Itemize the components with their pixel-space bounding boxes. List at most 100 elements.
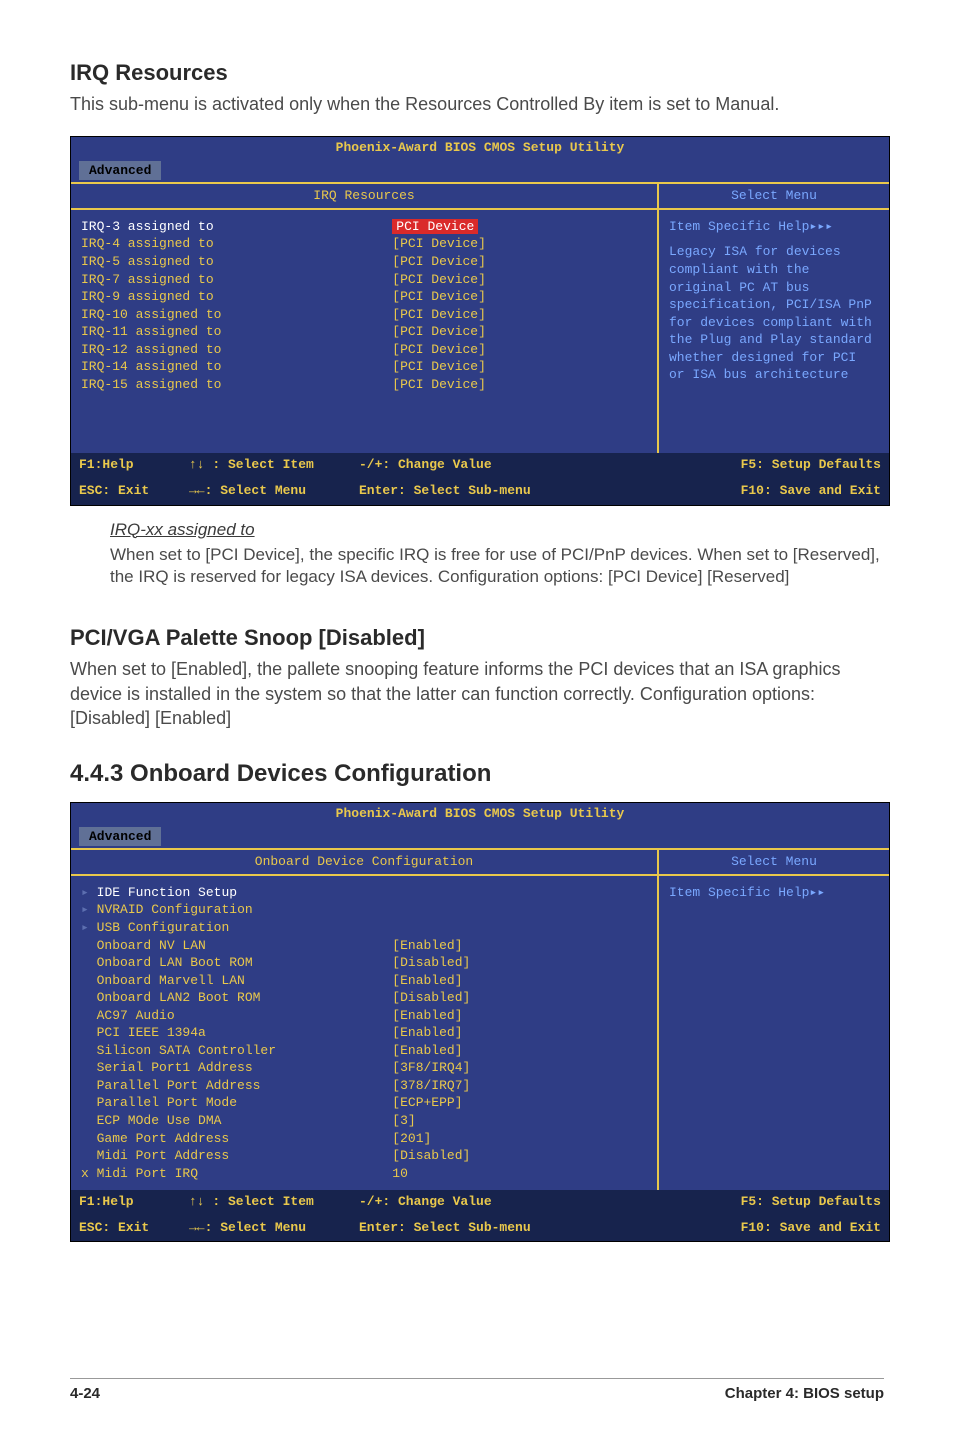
- bios-row-label: IRQ-15 assigned to: [81, 376, 392, 394]
- footer-exit: ESC: Exit: [79, 482, 189, 500]
- palette-snoop-body: When set to [Enabled], the pallete snoop…: [70, 657, 884, 730]
- bios1-footer: F1:Help ↑↓ : Select Item -/+: Change Val…: [71, 453, 889, 479]
- bios-row-value[interactable]: [PCI Device]: [392, 376, 647, 394]
- bios-row-value[interactable]: [PCI Device]: [392, 323, 647, 341]
- bios-row-label: Parallel Port Address: [81, 1077, 392, 1095]
- bios-row-value[interactable]: [Enabled]: [392, 1024, 647, 1042]
- footer-change-value: -/+: Change Value: [359, 1193, 741, 1211]
- bios-row-label: IRQ-3 assigned to: [81, 218, 392, 236]
- bios-config-row[interactable]: Parallel Port Mode[ECP+EPP]: [81, 1094, 647, 1112]
- bios-config-row[interactable]: x Midi Port IRQ10: [81, 1165, 647, 1183]
- bios-config-row[interactable]: Midi Port Address[Disabled]: [81, 1147, 647, 1165]
- bios-row-value[interactable]: [378/IRQ7]: [392, 1077, 647, 1095]
- bios-row-label: IRQ-12 assigned to: [81, 341, 392, 359]
- chapter-label: Chapter 4: BIOS setup: [725, 1385, 884, 1402]
- bios2-footer: F1:Help ↑↓ : Select Item -/+: Change Val…: [71, 1190, 889, 1216]
- bios-row-label: Silicon SATA Controller: [81, 1042, 392, 1060]
- footer-exit: ESC: Exit: [79, 1219, 189, 1237]
- footer-help: F1:Help: [79, 1193, 189, 1211]
- bios-row-value[interactable]: [3]: [392, 1112, 647, 1130]
- bios2-help-title: Item Specific Help▸▸: [669, 884, 879, 902]
- bios-row-value[interactable]: [PCI Device]: [392, 271, 647, 289]
- bios-row-value[interactable]: [Disabled]: [392, 989, 647, 1007]
- bios-row-label: IRQ-11 assigned to: [81, 323, 392, 341]
- bios1-left-title: IRQ Resources: [71, 184, 657, 210]
- bios-row-value[interactable]: [PCI Device]: [392, 341, 647, 359]
- section-title-palette-snoop: PCI/VGA Palette Snoop [Disabled]: [70, 625, 884, 651]
- bios-config-row[interactable]: PCI IEEE 1394a[Enabled]: [81, 1024, 647, 1042]
- bios-row-value[interactable]: [392, 901, 647, 919]
- bios-row-value[interactable]: 10: [392, 1165, 647, 1183]
- bios1-tab-advanced[interactable]: Advanced: [79, 161, 161, 181]
- bios-row-value[interactable]: [Disabled]: [392, 954, 647, 972]
- bios-config-row[interactable]: Parallel Port Address[378/IRQ7]: [81, 1077, 647, 1095]
- footer-save-exit: F10: Save and Exit: [741, 1219, 881, 1237]
- bios-onboard-devices: Phoenix-Award BIOS CMOS Setup Utility Ad…: [70, 802, 890, 1242]
- bios-config-row[interactable]: IRQ-10 assigned to[PCI Device]: [81, 306, 647, 324]
- bios-row-value[interactable]: [3F8/IRQ4]: [392, 1059, 647, 1077]
- bios-row-value[interactable]: [PCI Device]: [392, 358, 647, 376]
- bios-config-row[interactable]: IRQ-11 assigned to[PCI Device]: [81, 323, 647, 341]
- bios-row-value[interactable]: [392, 919, 647, 937]
- bios-row-label: IRQ-9 assigned to: [81, 288, 392, 306]
- bios-row-label: IRQ-7 assigned to: [81, 271, 392, 289]
- bios1-tabbar: Advanced: [71, 159, 889, 183]
- bios2-tabbar: Advanced: [71, 825, 889, 849]
- bios-config-row[interactable]: Onboard Marvell LAN[Enabled]: [81, 972, 647, 990]
- bios-row-value[interactable]: [Enabled]: [392, 972, 647, 990]
- bios-config-row[interactable]: Game Port Address[201]: [81, 1130, 647, 1148]
- bios-config-row[interactable]: Onboard NV LAN[Enabled]: [81, 937, 647, 955]
- bios-row-value[interactable]: [201]: [392, 1130, 647, 1148]
- bios-row-label: Parallel Port Mode: [81, 1094, 392, 1112]
- bios2-title: Phoenix-Award BIOS CMOS Setup Utility: [71, 803, 889, 825]
- bios-row-value[interactable]: [PCI Device]: [392, 288, 647, 306]
- bios-row-value[interactable]: [Enabled]: [392, 1042, 647, 1060]
- footer-save-exit: F10: Save and Exit: [741, 482, 881, 500]
- bios2-tab-advanced[interactable]: Advanced: [79, 827, 161, 847]
- bios-row-value[interactable]: [PCI Device]: [392, 306, 647, 324]
- bios-row-value[interactable]: [Disabled]: [392, 1147, 647, 1165]
- bios-config-row[interactable]: IRQ-14 assigned to[PCI Device]: [81, 358, 647, 376]
- footer-select-item: ↑↓ : Select Item: [189, 456, 359, 474]
- bios-config-row[interactable]: ▸ NVRAID Configuration: [81, 901, 647, 919]
- bios-config-row[interactable]: IRQ-4 assigned to[PCI Device]: [81, 235, 647, 253]
- bios-config-row[interactable]: AC97 Audio[Enabled]: [81, 1007, 647, 1025]
- footer-change-value: -/+: Change Value: [359, 456, 741, 474]
- bios-row-label: IRQ-14 assigned to: [81, 358, 392, 376]
- bios-row-label: Onboard LAN Boot ROM: [81, 954, 392, 972]
- bios-config-row[interactable]: IRQ-5 assigned to[PCI Device]: [81, 253, 647, 271]
- bios-config-row[interactable]: Serial Port1 Address[3F8/IRQ4]: [81, 1059, 647, 1077]
- submenu-icon: ▸: [81, 920, 97, 935]
- bios-row-value[interactable]: [PCI Device]: [392, 235, 647, 253]
- irq-assigned-body: When set to [PCI Device], the specific I…: [110, 544, 884, 590]
- bios-config-row[interactable]: Onboard LAN Boot ROM[Disabled]: [81, 954, 647, 972]
- bios-row-value[interactable]: [PCI Device]: [392, 253, 647, 271]
- bios-config-row[interactable]: Silicon SATA Controller[Enabled]: [81, 1042, 647, 1060]
- bios-config-row[interactable]: ▸ IDE Function Setup: [81, 884, 647, 902]
- bios-config-row[interactable]: ▸ USB Configuration: [81, 919, 647, 937]
- footer-setup-defaults: F5: Setup Defaults: [741, 1193, 881, 1211]
- bios-config-row[interactable]: IRQ-9 assigned to[PCI Device]: [81, 288, 647, 306]
- bios2-footer2: ESC: Exit →←: Select Menu Enter: Select …: [71, 1216, 889, 1242]
- section-title-onboard-devices: 4.4.3 Onboard Devices Configuration: [70, 760, 884, 788]
- bios-row-value[interactable]: PCI Device: [392, 218, 647, 236]
- bios-row-value[interactable]: [392, 884, 647, 902]
- bios-config-row[interactable]: IRQ-15 assigned to[PCI Device]: [81, 376, 647, 394]
- bios-row-label: Game Port Address: [81, 1130, 392, 1148]
- bios1-title: Phoenix-Award BIOS CMOS Setup Utility: [71, 137, 889, 159]
- bios-irq-resources: Phoenix-Award BIOS CMOS Setup Utility Ad…: [70, 136, 890, 505]
- bios-row-value[interactable]: [Enabled]: [392, 1007, 647, 1025]
- bios-config-row[interactable]: IRQ-3 assigned toPCI Device: [81, 218, 647, 236]
- bios-row-label: PCI IEEE 1394a: [81, 1024, 392, 1042]
- bios-config-row[interactable]: Onboard LAN2 Boot ROM[Disabled]: [81, 989, 647, 1007]
- bios-config-row[interactable]: IRQ-7 assigned to[PCI Device]: [81, 271, 647, 289]
- bios-row-value[interactable]: [ECP+EPP]: [392, 1094, 647, 1112]
- bios-row-label: x Midi Port IRQ: [81, 1165, 392, 1183]
- bios-row-value[interactable]: [Enabled]: [392, 937, 647, 955]
- bios-config-row[interactable]: ECP MOde Use DMA[3]: [81, 1112, 647, 1130]
- bios1-right-title: Select Menu: [659, 184, 889, 210]
- irq-resources-intro: This sub-menu is activated only when the…: [70, 92, 884, 116]
- bios-config-row[interactable]: IRQ-12 assigned to[PCI Device]: [81, 341, 647, 359]
- bios1-help-body: Legacy ISA for devices compliant with th…: [669, 243, 879, 383]
- bios1-help-title: Item Specific Help▸▸▸: [669, 218, 879, 236]
